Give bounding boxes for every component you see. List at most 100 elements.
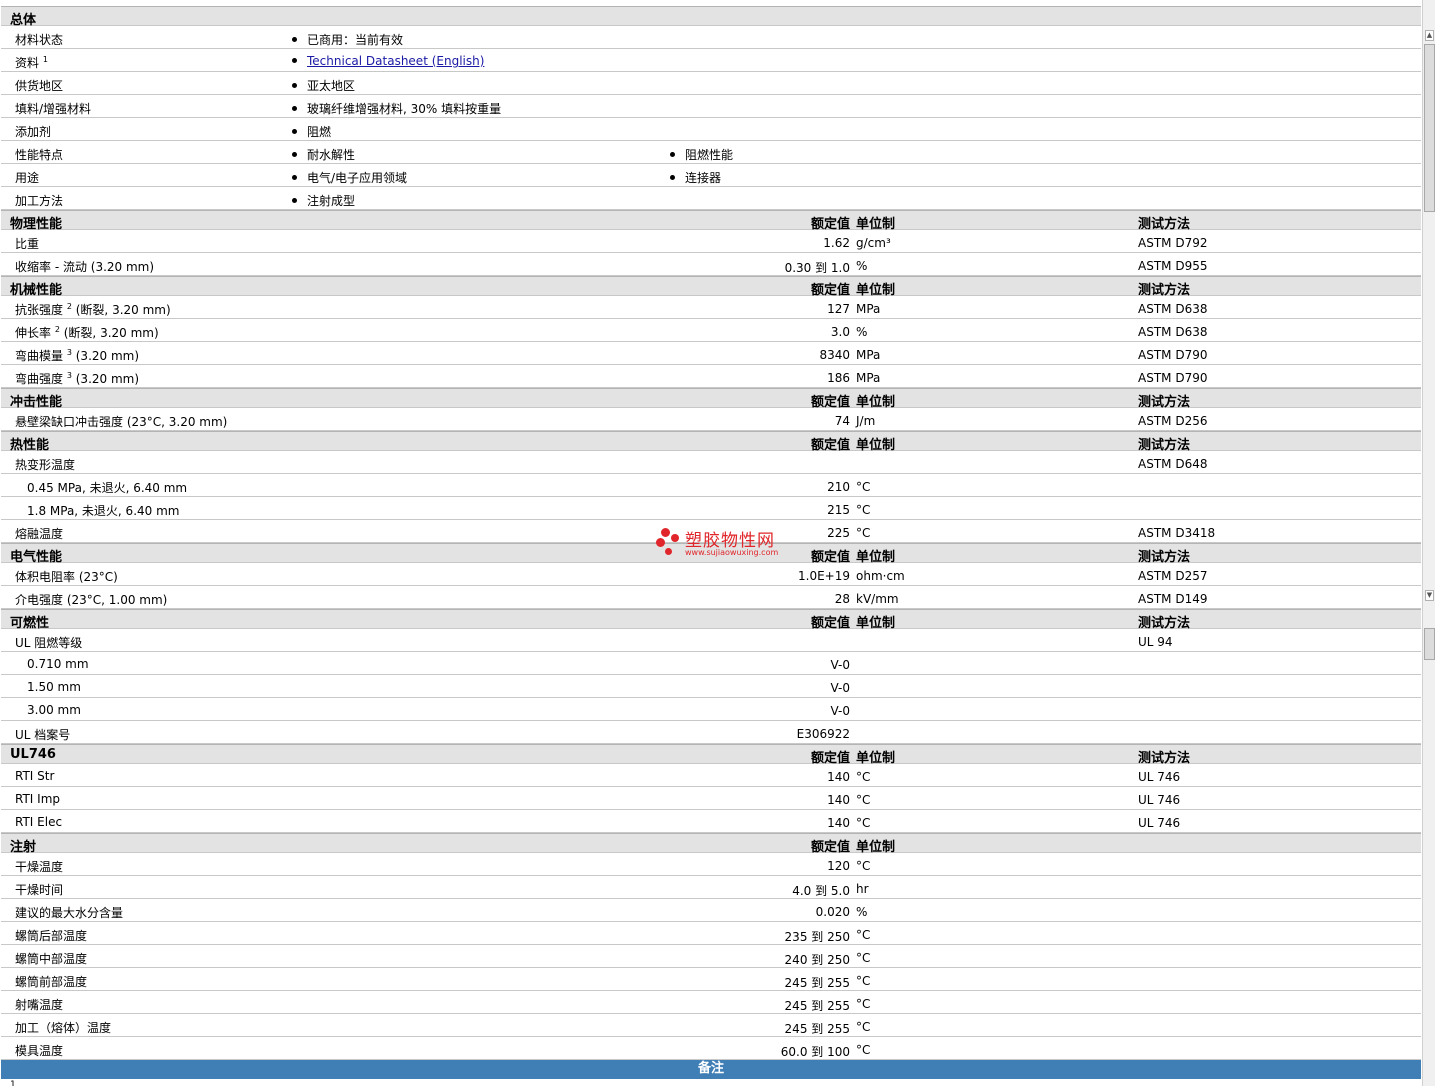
property-label-text: 填料/增强材料 xyxy=(15,102,92,116)
property-label-text: 材料状态 xyxy=(15,33,64,47)
vertical-scrollbar[interactable]: ▲ ▼ xyxy=(1422,0,1435,1086)
property-row: 模具温度 60.0 到 100 °C xyxy=(1,1037,1421,1060)
property-label: 螺筒后部温度 xyxy=(15,927,87,944)
property-row: 螺筒前部温度 245 到 255 °C xyxy=(1,968,1421,991)
property-row: 1.8 MPa, 未退火, 6.40 mm 215 °C xyxy=(1,497,1421,520)
bullet-text: 亚太地区 xyxy=(307,79,356,93)
property-row: 弯曲强度 3 (3.20 mm) 186 MPa ASTM D790 xyxy=(1,365,1421,388)
test-method: UL 746 xyxy=(1138,816,1181,830)
property-value: 28 xyxy=(834,592,850,606)
bullet-text: 阻燃性能 xyxy=(685,148,734,162)
section-header: 冲击性能 额定值 单位制 测试方法 xyxy=(1,388,1421,410)
property-value: 245 到 255 xyxy=(784,976,850,990)
property-value: 120 xyxy=(827,859,850,873)
property-row: 填料/增强材料 玻璃纤维增强材料, 30% 填料按重量 xyxy=(1,95,1421,118)
property-row: RTI Str 140 °C UL 746 xyxy=(1,764,1421,787)
property-unit: °C xyxy=(856,480,871,494)
section-header: 热性能 额定值 单位制 测试方法 xyxy=(1,431,1421,453)
scroll-down-arrow-icon[interactable]: ▼ xyxy=(1425,590,1434,601)
property-row: 添加剂 阻燃 xyxy=(1,118,1421,141)
section-header: 注射 额定值 单位制 xyxy=(1,833,1421,855)
property-label-text: 熔融温度 xyxy=(15,527,64,541)
property-row: 0.45 MPa, 未退火, 6.40 mm 210 °C xyxy=(1,474,1421,497)
property-label-text: 抗张强度 xyxy=(15,303,64,317)
property-unit: MPa xyxy=(856,302,881,316)
section-title: UL746 xyxy=(10,747,56,762)
scrollbar-thumb[interactable] xyxy=(1424,44,1435,212)
property-unit: % xyxy=(856,259,868,273)
bullet-item: 亚太地区 xyxy=(292,77,355,94)
bullet-item: 注射成型 xyxy=(292,192,355,209)
bullet-icon xyxy=(292,198,297,203)
property-row: 收缩率 - 流动 (3.20 mm) 0.30 到 1.0% ASTM D955 xyxy=(1,253,1421,276)
property-row: 供货地区 亚太地区 xyxy=(1,72,1421,95)
property-label-text: 建议的最大水分含量 xyxy=(15,906,124,920)
property-label-text: UL 档案号 xyxy=(15,728,71,742)
property-label: 弯曲强度 3 (3.20 mm) xyxy=(15,370,139,387)
property-label-text: 用途 xyxy=(15,171,40,185)
bullet-text: 耐水解性 xyxy=(307,148,356,162)
property-row: 伸长率 2 (断裂, 3.20 mm) 3.0% ASTM D638 xyxy=(1,319,1421,342)
property-label-text: 干燥温度 xyxy=(15,860,64,874)
property-label: 建议的最大水分含量 xyxy=(15,904,123,921)
property-value: 0.30 到 1.0 xyxy=(784,261,850,275)
property-row: 干燥时间 4.0 到 5.0 hr xyxy=(1,876,1421,899)
property-value: 4.0 到 5.0 xyxy=(792,884,850,898)
property-unit: J/m xyxy=(856,414,876,428)
property-label-text: 1.8 MPa, 未退火, 6.40 mm xyxy=(27,504,180,518)
property-unit: kV/mm xyxy=(856,592,899,606)
test-method: ASTM D257 xyxy=(1138,569,1208,583)
property-value: 235 到 250 xyxy=(784,930,850,944)
property-row: 加工方法 注射成型 xyxy=(1,187,1421,210)
test-method: ASTM D638 xyxy=(1138,325,1208,339)
watermark-dot xyxy=(665,548,672,555)
notes-header: 备注 xyxy=(1,1060,1421,1079)
property-label: 供货地区 xyxy=(15,77,63,94)
property-label-text: 资料 xyxy=(15,56,40,70)
property-label-text: 0.45 MPa, 未退火, 6.40 mm xyxy=(27,481,188,495)
property-label: 加工方法 xyxy=(15,192,63,209)
property-row: RTI Imp 140 °C UL 746 xyxy=(1,787,1421,810)
test-method: UL 94 xyxy=(1138,635,1173,649)
property-label-text: 3.00 mm xyxy=(27,703,81,717)
property-label: 悬壁梁缺口冲击强度 (23°C, 3.20 mm) xyxy=(15,413,227,430)
technical-datasheet-link[interactable]: Technical Datasheet (English) xyxy=(307,54,484,68)
property-row: 热变形温度 ASTM D648 xyxy=(1,451,1421,474)
property-value: 1.0E+19 xyxy=(798,569,850,583)
property-value: 127 xyxy=(827,302,850,316)
bullet-text: 玻璃纤维增强材料, 30% 填料按重量 xyxy=(307,102,502,116)
property-value: 186 xyxy=(827,371,850,385)
section-header: UL746 额定值 单位制 测试方法 xyxy=(1,744,1421,766)
property-label: 弯曲模量 3 (3.20 mm) xyxy=(15,347,139,364)
property-label-text: 供货地区 xyxy=(15,79,64,93)
property-unit: °C xyxy=(856,928,871,942)
property-label: 螺筒前部温度 xyxy=(15,973,87,990)
watermark-dot xyxy=(661,528,670,537)
property-label: 模具温度 xyxy=(15,1042,63,1059)
property-value: V-0 xyxy=(830,681,850,695)
property-label-text: 热变形温度 xyxy=(15,458,76,472)
property-value: 140 xyxy=(827,770,850,784)
property-label-text: 伸长率 xyxy=(15,326,52,340)
property-value: 140 xyxy=(827,793,850,807)
property-label: RTI Imp xyxy=(15,792,60,806)
property-label: 3.00 mm xyxy=(27,703,81,717)
scroll-up-arrow-icon[interactable]: ▲ xyxy=(1425,30,1434,41)
property-label-text: 干燥时间 xyxy=(15,883,64,897)
scrollbar-thumb[interactable] xyxy=(1424,628,1435,660)
property-unit: % xyxy=(856,325,868,339)
test-method: ASTM D3418 xyxy=(1138,526,1216,540)
bullet-text: 已商用：当前有效 xyxy=(307,33,404,47)
property-label: 射嘴温度 xyxy=(15,996,63,1013)
property-value: 245 到 255 xyxy=(784,1022,850,1036)
property-row: 射嘴温度 245 到 255 °C xyxy=(1,991,1421,1014)
bullet-item: 已商用：当前有效 xyxy=(292,31,403,48)
property-label: 性能特点 xyxy=(15,146,63,163)
watermark-logo: 塑胶物性网 www.sujiaowuxing.com xyxy=(655,526,795,560)
property-row: 弯曲模量 3 (3.20 mm) 8340 MPa ASTM D790 xyxy=(1,342,1421,365)
property-label-text: RTI Imp xyxy=(15,792,60,806)
property-label-text: 螺筒中部温度 xyxy=(15,952,88,966)
property-unit: °C xyxy=(856,859,871,873)
property-label: 填料/增强材料 xyxy=(15,100,91,117)
property-row: 悬壁梁缺口冲击强度 (23°C, 3.20 mm) 74 J/m ASTM D256 xyxy=(1,408,1421,431)
